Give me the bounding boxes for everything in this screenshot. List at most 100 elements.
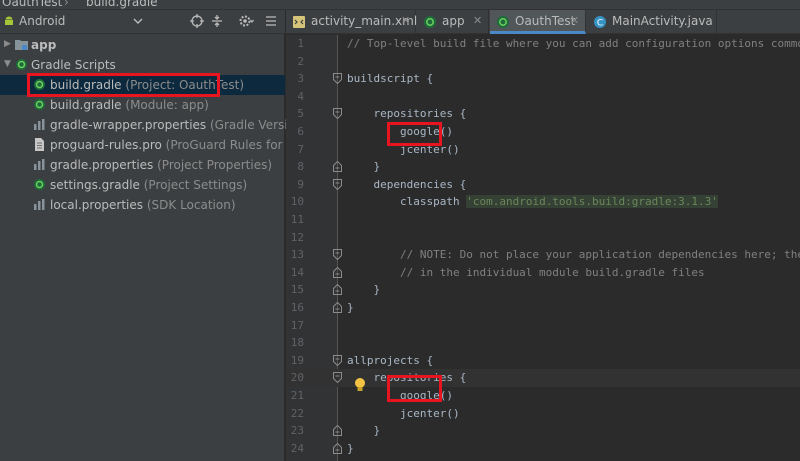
code-line[interactable]: 19 allprojects { — [286, 352, 800, 370]
tab-oauthtest[interactable]: OauthTest ✕ — [490, 10, 586, 34]
code-line[interactable]: 9 dependencies { — [286, 176, 800, 194]
code-line[interactable]: 10 classpath 'com.android.tools.build:gr… — [286, 193, 800, 211]
fold-close-icon[interactable] — [333, 284, 342, 296]
fold-open-icon[interactable] — [333, 249, 342, 261]
target-icon[interactable] — [189, 13, 205, 29]
breadcrumb-separator: › — [64, 0, 69, 9]
code-line[interactable]: 14 // in the individual module build.gra… — [286, 264, 800, 282]
tree-item-label: settings.gradle (Project Settings) — [50, 178, 248, 192]
code-line[interactable]: 1 // Top-level build file where you can a… — [286, 35, 800, 53]
code-token: dependencies { — [347, 177, 467, 191]
code-line[interactable]: 6 google() — [286, 123, 800, 141]
line-number: 1 — [297, 37, 304, 50]
properties-file-icon — [34, 119, 45, 130]
code-text: } — [347, 301, 354, 314]
fold-open-icon[interactable] — [333, 178, 342, 190]
code-line[interactable]: 16} — [286, 299, 800, 317]
gear-icon[interactable] — [238, 13, 254, 29]
line-number: 5 — [297, 107, 304, 121]
code-text: // in the individual module build.gradle… — [347, 266, 705, 279]
xml-file-icon — [293, 16, 305, 28]
tree-item-label: local.properties (SDK Location) — [50, 198, 236, 212]
fold-open-icon[interactable] — [333, 73, 342, 85]
code-comment: // Top-level build file where you can ad… — [347, 37, 800, 50]
code-line[interactable]: 3 buildscript { — [286, 70, 800, 88]
tab-app[interactable]: app ✕ — [417, 10, 489, 34]
code-line[interactable]: 24} — [286, 440, 800, 458]
close-icon[interactable]: ✕ — [401, 14, 410, 27]
line-number: 13 — [290, 248, 304, 262]
chevron-down-icon[interactable] — [133, 16, 143, 26]
module-folder-icon — [15, 40, 28, 50]
breadcrumb-file[interactable]: build.gradle — [86, 0, 158, 9]
code-text: // Top-level build file where you can ad… — [347, 37, 800, 50]
code-token: repositories { — [347, 107, 467, 121]
tree-item-label: gradle.properties (Project Properties) — [50, 158, 273, 172]
chevron-down-icon[interactable]: ▼ — [4, 59, 11, 69]
code-text: } — [347, 283, 380, 296]
code-editor[interactable]: 1 // Top-level build file where you can a… — [286, 35, 800, 461]
close-icon[interactable]: ✕ — [473, 14, 482, 27]
code-line[interactable]: 13 // NOTE: Do not place your applicatio… — [286, 246, 800, 264]
fold-open-icon[interactable] — [333, 108, 342, 120]
line-number: 7 — [297, 142, 304, 156]
gradle-icon — [424, 16, 436, 28]
editor-tab-bar: activity_main.xml ✕ app ✕ OauthTest ✕ C … — [286, 10, 800, 34]
fold-close-icon[interactable] — [333, 425, 342, 437]
close-icon[interactable]: ✕ — [570, 14, 579, 27]
tree-item-build-gradle-module[interactable]: build.gradle (Module: app) — [0, 95, 285, 115]
tab-label: OauthTest — [515, 14, 576, 28]
code-line[interactable]: 17 — [286, 317, 800, 335]
line-number: 18 — [290, 336, 304, 350]
code-line[interactable]: 7 jcenter() — [286, 141, 800, 159]
lightbulb-icon[interactable] — [353, 377, 367, 393]
code-line[interactable]: 11 — [286, 211, 800, 229]
hide-panel-icon[interactable] — [263, 13, 279, 29]
code-token: } — [347, 301, 354, 314]
code-line[interactable]: 25 — [286, 457, 800, 461]
code-line[interactable]: 12 — [286, 229, 800, 247]
line-number: 24 — [290, 441, 304, 455]
code-line[interactable]: 18 — [286, 334, 800, 352]
project-view-selector[interactable]: Android — [19, 14, 65, 28]
breadcrumb-project[interactable]: OauthTest — [2, 0, 62, 9]
fold-open-icon[interactable] — [333, 354, 342, 366]
line-number: 17 — [290, 318, 304, 332]
code-line[interactable]: 8 } — [286, 158, 800, 176]
tree-item-settings-gradle[interactable]: settings.gradle (Project Settings) — [0, 175, 285, 195]
collapse-all-icon[interactable] — [209, 13, 225, 29]
properties-file-icon — [34, 159, 45, 170]
project-tool-window: Android ▶ app ▼ Gradle Scripts build.gra… — [0, 10, 314, 461]
gradle-icon — [497, 16, 509, 28]
line-number: 6 — [297, 125, 304, 138]
code-line[interactable]: 15 } — [286, 281, 800, 299]
tab-activity-main-xml[interactable]: activity_main.xml ✕ — [286, 10, 417, 34]
fold-close-icon[interactable] — [333, 161, 342, 173]
tree-item-local-properties[interactable]: local.properties (SDK Location) — [0, 195, 285, 215]
tree-item-app[interactable]: ▶ app — [0, 35, 285, 55]
code-token: buildscript { — [347, 72, 434, 86]
line-number: 23 — [290, 424, 304, 438]
tree-item-gradle-wrapper-properties[interactable]: gradle-wrapper.properties (Gradle Versio… — [0, 115, 307, 135]
fold-close-icon[interactable] — [333, 302, 342, 313]
tree-item-gradle-properties[interactable]: gradle.properties (Project Properties) — [0, 155, 285, 175]
tree-item-label: proguard-rules.pro (ProGuard Rules for a… — [50, 138, 314, 152]
properties-file-icon — [34, 199, 45, 210]
code-line[interactable]: 5 repositories { — [286, 105, 800, 123]
code-line[interactable]: 2 — [286, 53, 800, 71]
line-number: 21 — [290, 389, 304, 402]
fold-close-icon[interactable] — [333, 442, 342, 454]
tab-mainactivity-java[interactable]: C MainActivity.java — [587, 10, 717, 34]
code-line[interactable]: 23 } — [286, 422, 800, 440]
code-token: allprojects { — [347, 353, 434, 367]
line-number: 14 — [290, 265, 304, 279]
tree-item-gradle-scripts[interactable]: ▼ Gradle Scripts — [0, 55, 285, 75]
code-line[interactable]: 4 — [286, 88, 800, 106]
tree-item-proguard-rules[interactable]: proguard-rules.pro (ProGuard Rules for a… — [0, 135, 314, 155]
fold-open-icon[interactable] — [333, 372, 342, 384]
code-line[interactable]: 22 jcenter() — [286, 405, 800, 423]
code-comment: // NOTE: Do not place your application d… — [399, 248, 800, 262]
fold-close-icon[interactable] — [333, 266, 342, 278]
chevron-right-icon[interactable]: ▶ — [4, 39, 11, 49]
tree-item-label: app — [31, 38, 57, 52]
